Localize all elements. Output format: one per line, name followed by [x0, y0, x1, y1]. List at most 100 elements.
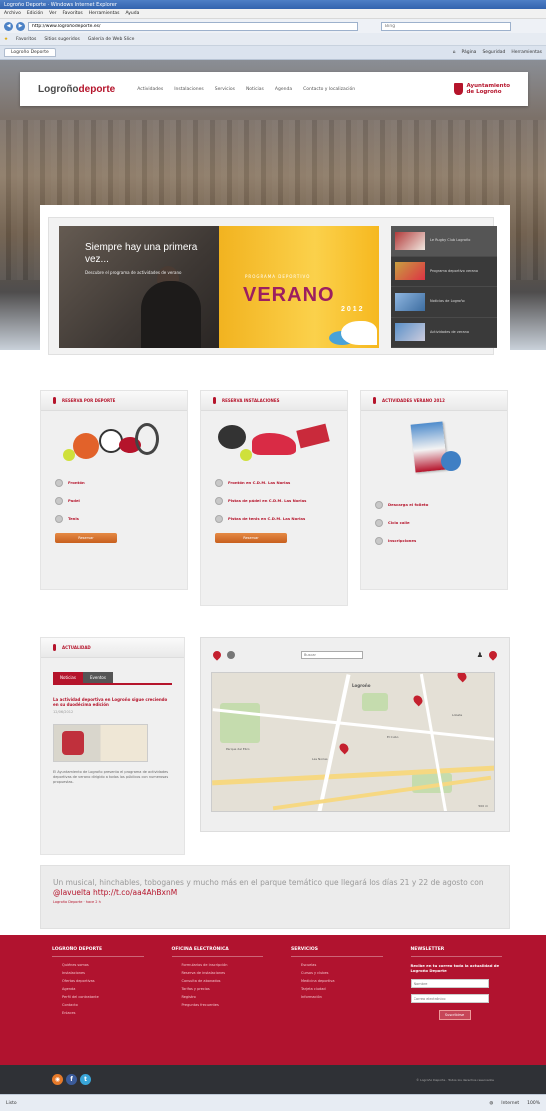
- footer-link[interactable]: Reserva de instalaciones: [182, 971, 264, 975]
- slider-thumb-item[interactable]: Programa deportivo verano: [391, 257, 497, 287]
- link-padel[interactable]: Padel: [41, 497, 187, 505]
- menu-item-view[interactable]: Ver: [49, 11, 56, 16]
- tool-tools[interactable]: Herramientas: [511, 50, 542, 55]
- nav-item-contacto[interactable]: Contacto y localización: [303, 87, 355, 92]
- map-search-input[interactable]: [301, 651, 363, 659]
- tweet-author[interactable]: Logroño Deporte · hace 2 h: [53, 900, 497, 904]
- favorites-label[interactable]: Favoritos: [16, 37, 36, 42]
- slider-thumb-item[interactable]: Le Rugby Club Logroño: [391, 226, 497, 257]
- map-marker-icon[interactable]: [337, 741, 351, 755]
- tweet-mention[interactable]: @lavuelta: [53, 888, 91, 897]
- footer-link[interactable]: Consulta de abonados: [182, 979, 264, 983]
- news-date: 12/06/2012: [53, 709, 74, 714]
- footer-link[interactable]: Formularios de inscripción: [182, 963, 264, 967]
- url-input[interactable]: [28, 21, 358, 31]
- link-fronton[interactable]: Frontón: [41, 479, 187, 487]
- forward-icon[interactable]: ▶: [16, 21, 25, 31]
- rss-icon[interactable]: ◉: [52, 1074, 63, 1085]
- browser-tab[interactable]: Logroño Deporte: [4, 48, 56, 57]
- twitter-icon[interactable]: t: [80, 1074, 91, 1085]
- footer-link[interactable]: Información: [301, 995, 383, 999]
- menu-item-help[interactable]: Ayuda: [125, 11, 139, 16]
- nav-item-agenda[interactable]: Agenda: [275, 87, 292, 92]
- site-logo[interactable]: Logroñodeporte: [38, 84, 115, 95]
- footer-link[interactable]: Medicina deportiva: [301, 979, 383, 983]
- map-road: [272, 775, 492, 811]
- menu-item-tools[interactable]: Herramientas: [89, 11, 120, 16]
- map-park: [362, 693, 388, 711]
- favorites-star-icon[interactable]: ★: [4, 37, 8, 42]
- map-road: [317, 674, 351, 811]
- nav-item-noticias[interactable]: Noticias: [246, 87, 264, 92]
- footer-link[interactable]: Preguntas frecuentes: [182, 1003, 264, 1007]
- nav-item-instalaciones[interactable]: Instalaciones: [174, 87, 204, 92]
- reserve-install-button[interactable]: Reservar: [215, 533, 287, 543]
- slide-main[interactable]: Siempre hay una primera vez... Descubre …: [59, 226, 379, 348]
- footer-link[interactable]: Contacto: [62, 1003, 144, 1007]
- copyright-text: © Logroño Deporte · Todos los derechos r…: [416, 1077, 494, 1082]
- featured-slider: Siempre hay una primera vez... Descubre …: [48, 217, 497, 355]
- tweet-link[interactable]: http://t.co/aa4AhBxnM: [93, 888, 177, 897]
- footer-link[interactable]: Ofertas deportivas: [62, 979, 144, 983]
- map-marker-icon[interactable]: [411, 693, 425, 707]
- map-marker-icon[interactable]: [455, 673, 469, 683]
- tab-bar: Logroño Deporte ⌂ Página Seguridad Herra…: [0, 46, 546, 60]
- footer-link[interactable]: Tarjeta ciudad: [301, 987, 383, 991]
- newsletter-subscribe-button[interactable]: Suscribirse: [438, 1010, 471, 1021]
- news-image[interactable]: [53, 723, 148, 762]
- street-view-icon[interactable]: ♟: [477, 651, 483, 659]
- favorites-item[interactable]: Sitios sugeridos: [44, 37, 80, 42]
- nav-item-actividades[interactable]: Actividades: [137, 87, 163, 92]
- back-icon[interactable]: ◀: [4, 21, 13, 31]
- zoom-level[interactable]: 100%: [527, 1101, 540, 1106]
- map-canvas[interactable]: Logroño Parque del Ebro Las Norias El Cu…: [211, 672, 495, 812]
- map-marker-gray-icon[interactable]: [227, 651, 235, 659]
- pin-icon: [53, 397, 56, 404]
- footer-link[interactable]: Enlaces: [62, 1011, 144, 1015]
- footer-link[interactable]: Quiénes somos: [62, 963, 144, 967]
- footer-link[interactable]: Instalaciones: [62, 971, 144, 975]
- tool-page[interactable]: Página: [461, 50, 476, 55]
- filter-icon[interactable]: [487, 649, 499, 661]
- link-folleto[interactable]: Descarga el folleto: [361, 501, 507, 509]
- status-text: Listo: [6, 1100, 17, 1106]
- tab-noticias[interactable]: Noticias: [53, 672, 83, 683]
- link-tenis-norias[interactable]: Pistas de tenis en C.D.M. Las Norias: [201, 515, 347, 523]
- footer-col-oficina: Oficina Electrónica Formularios de inscr…: [171, 947, 264, 1065]
- menu-item-edit[interactable]: Edición: [27, 11, 43, 16]
- favorites-item[interactable]: Galería de Web Slice: [88, 37, 134, 42]
- link-inscripciones[interactable]: Inscripciones: [361, 537, 507, 545]
- news-body: El Ayuntamiento de Logroño presenta el p…: [53, 769, 169, 784]
- link-fronton-norias[interactable]: Frontón en C.D.M. Las Norias: [201, 479, 347, 487]
- newsletter-name-input[interactable]: [410, 979, 489, 989]
- footer-link[interactable]: Escuelas: [301, 963, 383, 967]
- facebook-icon[interactable]: f: [66, 1074, 77, 1085]
- browser-search-input[interactable]: [381, 21, 511, 31]
- menu-item-favorites[interactable]: Favoritos: [62, 11, 82, 16]
- tab-eventos[interactable]: Eventos: [82, 672, 113, 683]
- footer-link[interactable]: Tarifas y precios: [182, 987, 264, 991]
- footer-link[interactable]: Agenda: [62, 987, 144, 991]
- menu-item-file[interactable]: Archivo: [4, 11, 21, 16]
- link-tenis[interactable]: Tenis: [41, 515, 187, 523]
- footer-link[interactable]: Registro: [182, 995, 264, 999]
- link-ciclo-calle[interactable]: Ciclo calle: [361, 519, 507, 527]
- link-padel-norias[interactable]: Pistas de pádel en C.D.M. Las Norias: [201, 497, 347, 505]
- map-marker-icon[interactable]: [211, 649, 223, 661]
- slide-headline: Siempre hay una primera vez...: [85, 242, 198, 265]
- newsletter-email-input[interactable]: [410, 994, 489, 1004]
- nav-item-servicios[interactable]: Servicios: [215, 87, 235, 92]
- footer-link[interactable]: Perfil del contratante: [62, 995, 144, 999]
- slide-programa: PROGRAMA DEPORTIVO: [245, 274, 311, 279]
- slider-thumb-item[interactable]: Actividades de verano: [391, 318, 497, 348]
- footer-link[interactable]: Cursos y clubes: [301, 971, 383, 975]
- ayuntamiento-logo[interactable]: Ayuntamiento de Logroño: [453, 83, 510, 95]
- tool-safety[interactable]: Seguridad: [482, 50, 505, 55]
- news-headline[interactable]: La actividad deportiva en Logroño sigue …: [53, 697, 172, 708]
- thumbnail-image: [395, 292, 425, 311]
- footer-col-servicios: Servicios Escuelas Cursos y clubes Medic…: [291, 947, 383, 1065]
- slider-thumb-item[interactable]: Noticias de Logroño: [391, 287, 497, 318]
- home-icon[interactable]: ⌂: [453, 50, 456, 55]
- reserve-sport-button[interactable]: Reservar: [55, 533, 117, 543]
- menu-bar: Archivo Edición Ver Favoritos Herramient…: [0, 9, 546, 19]
